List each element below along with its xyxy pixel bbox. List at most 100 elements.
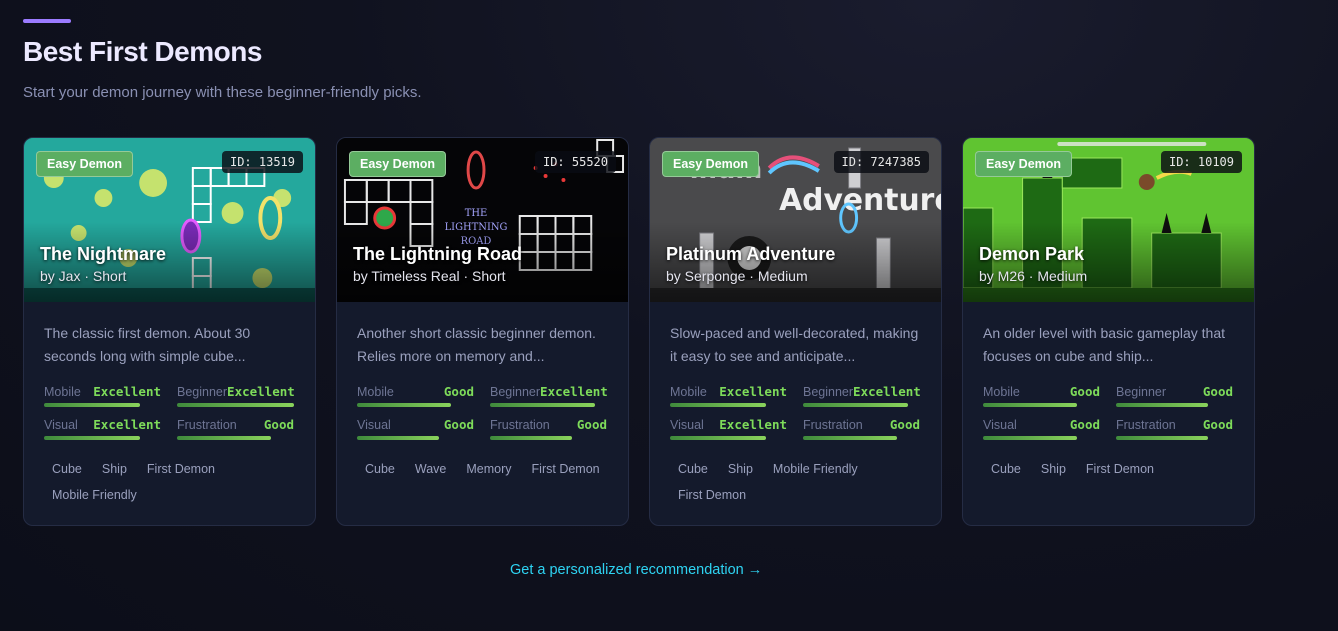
- tag[interactable]: Memory: [458, 458, 519, 480]
- section-accent-bar: [23, 19, 71, 23]
- rating-mobile: Mobile Good: [357, 384, 474, 407]
- level-id: ID: 55520: [534, 151, 616, 173]
- tag[interactable]: First Demon: [524, 458, 608, 480]
- rating-value: Excellent: [93, 384, 161, 399]
- rating-label: Beginner: [490, 385, 541, 399]
- tag[interactable]: Ship: [94, 458, 135, 480]
- level-byline: by Jax · Short: [40, 268, 127, 284]
- tag[interactable]: Ship: [1033, 458, 1074, 480]
- rating-bar: [357, 436, 474, 440]
- personalized-recommendation-link[interactable]: Get a personalized recommendation →: [510, 562, 762, 578]
- tag[interactable]: First Demon: [139, 458, 223, 480]
- rating-bar-fill: [490, 436, 572, 440]
- rating-value: Excellent: [719, 417, 787, 432]
- rating-value: Good: [889, 417, 920, 432]
- rating-bar: [490, 436, 607, 440]
- level-byline: by M26 · Medium: [979, 268, 1088, 284]
- tag[interactable]: Cube: [983, 458, 1029, 480]
- rating-value: Excellent: [719, 384, 787, 399]
- level-tags: Cube Ship First Demon: [983, 458, 1245, 480]
- rating-bar-fill: [177, 436, 271, 440]
- level-ratings: Mobile Excellent Beginner Excellent Visual…: [670, 384, 922, 440]
- level-id: ID: 10109: [1160, 151, 1242, 173]
- level-thumbnail: Easy Demon ID: 13519 The Nightmare by Ja…: [24, 138, 315, 302]
- rating-bar-fill: [983, 403, 1077, 407]
- level-ratings: Mobile Good Beginner Excellent Visual Good …: [357, 384, 609, 440]
- level-description: Another short classic beginner demon. Re…: [357, 325, 596, 364]
- tag[interactable]: Mobile Friendly: [765, 458, 866, 480]
- tag[interactable]: First Demon: [1078, 458, 1162, 480]
- rating-mobile: Mobile Good: [983, 384, 1100, 407]
- rating-value: Good: [1069, 384, 1100, 399]
- level-thumbnail: Easy Demon ID: 10109 Demon Park by M26 ·…: [963, 138, 1254, 302]
- rating-label: Visual: [983, 418, 1017, 432]
- level-card-demon-park[interactable]: Easy Demon ID: 10109 Demon Park by M26 ·…: [962, 137, 1255, 526]
- rating-bar: [803, 436, 920, 440]
- rating-bar: [357, 403, 474, 407]
- rating-bar-fill: [1116, 436, 1209, 440]
- rating-label: Frustration: [490, 418, 550, 432]
- rating-bar: [490, 403, 607, 407]
- level-card-platinum-adventure[interactable]: Adventure inum Easy Demon ID: 7247385 Pl…: [649, 137, 942, 526]
- tag[interactable]: Cube: [670, 458, 716, 480]
- rating-bar-fill: [983, 436, 1077, 440]
- rating-label: Frustration: [803, 418, 863, 432]
- rating-label: Visual: [357, 418, 391, 432]
- level-card-the-lightning-road[interactable]: THE LIGHTNING ROAD Easy Demon ID: 55520 …: [336, 137, 629, 526]
- level-card-list: Easy Demon ID: 13519 The Nightmare by Ja…: [23, 137, 1255, 526]
- rating-label: Mobile: [357, 385, 394, 399]
- rating-value: Excellent: [540, 384, 608, 399]
- tag[interactable]: Cube: [357, 458, 403, 480]
- rating-bar: [1116, 403, 1233, 407]
- rating-beginner: Beginner Good: [1116, 384, 1233, 407]
- rating-bar: [803, 403, 920, 407]
- tag[interactable]: Mobile Friendly: [44, 484, 145, 506]
- rating-beginner: Beginner Excellent: [803, 384, 921, 407]
- level-description: The classic first demon. About 30 second…: [44, 325, 251, 364]
- level-name: Demon Park: [979, 244, 1085, 264]
- rating-label: Beginner: [1116, 385, 1167, 399]
- rating-frustration: Frustration Good: [803, 417, 920, 440]
- rating-beginner: Beginner Excellent: [490, 384, 608, 407]
- rating-bar-fill: [670, 436, 766, 440]
- rating-bar-fill: [490, 403, 596, 407]
- rating-label: Mobile: [983, 385, 1020, 399]
- rating-visual: Visual Excellent: [44, 417, 161, 440]
- rating-bar: [670, 403, 787, 407]
- rating-bar: [983, 436, 1100, 440]
- rating-bar: [1116, 436, 1233, 440]
- rating-label: Mobile: [44, 385, 81, 399]
- svg-text:THE: THE: [465, 208, 488, 219]
- rating-label: Mobile: [670, 385, 707, 399]
- level-tags: Cube Ship First Demon Mobile Friendly: [44, 458, 306, 506]
- rating-bar: [44, 436, 161, 440]
- level-byline: by Timeless Real · Short: [353, 268, 506, 284]
- rating-label: Visual: [44, 418, 78, 432]
- difficulty-badge: Easy Demon: [36, 151, 134, 177]
- level-name: The Lightning Road: [353, 244, 522, 264]
- level-card-the-nightmare[interactable]: Easy Demon ID: 13519 The Nightmare by Ja…: [23, 137, 316, 526]
- rating-value: Good: [1202, 417, 1233, 432]
- rating-visual: Visual Good: [357, 417, 474, 440]
- rating-value: Excellent: [853, 384, 921, 399]
- tag[interactable]: First Demon: [670, 484, 754, 506]
- rating-value: Excellent: [93, 417, 161, 432]
- rating-value: Good: [443, 384, 474, 399]
- level-thumbnail: THE LIGHTNING ROAD Easy Demon ID: 55520 …: [337, 138, 628, 302]
- rating-bar: [670, 436, 787, 440]
- level-id: ID: 13519: [221, 151, 303, 173]
- tag[interactable]: Cube: [44, 458, 90, 480]
- rating-label: Visual: [670, 418, 704, 432]
- rating-label: Frustration: [177, 418, 237, 432]
- rating-beginner: Beginner Excellent: [177, 384, 295, 407]
- rating-visual: Visual Good: [983, 417, 1100, 440]
- rating-value: Excellent: [227, 384, 295, 399]
- rating-label: Beginner: [803, 385, 854, 399]
- tag[interactable]: Ship: [720, 458, 761, 480]
- rating-bar-fill: [357, 403, 451, 407]
- tag[interactable]: Wave: [407, 458, 455, 480]
- rating-frustration: Frustration Good: [1116, 417, 1233, 440]
- rating-frustration: Frustration Good: [177, 417, 294, 440]
- level-name: Platinum Adventure: [666, 244, 836, 264]
- level-tags: Cube Wave Memory First Demon: [357, 458, 619, 480]
